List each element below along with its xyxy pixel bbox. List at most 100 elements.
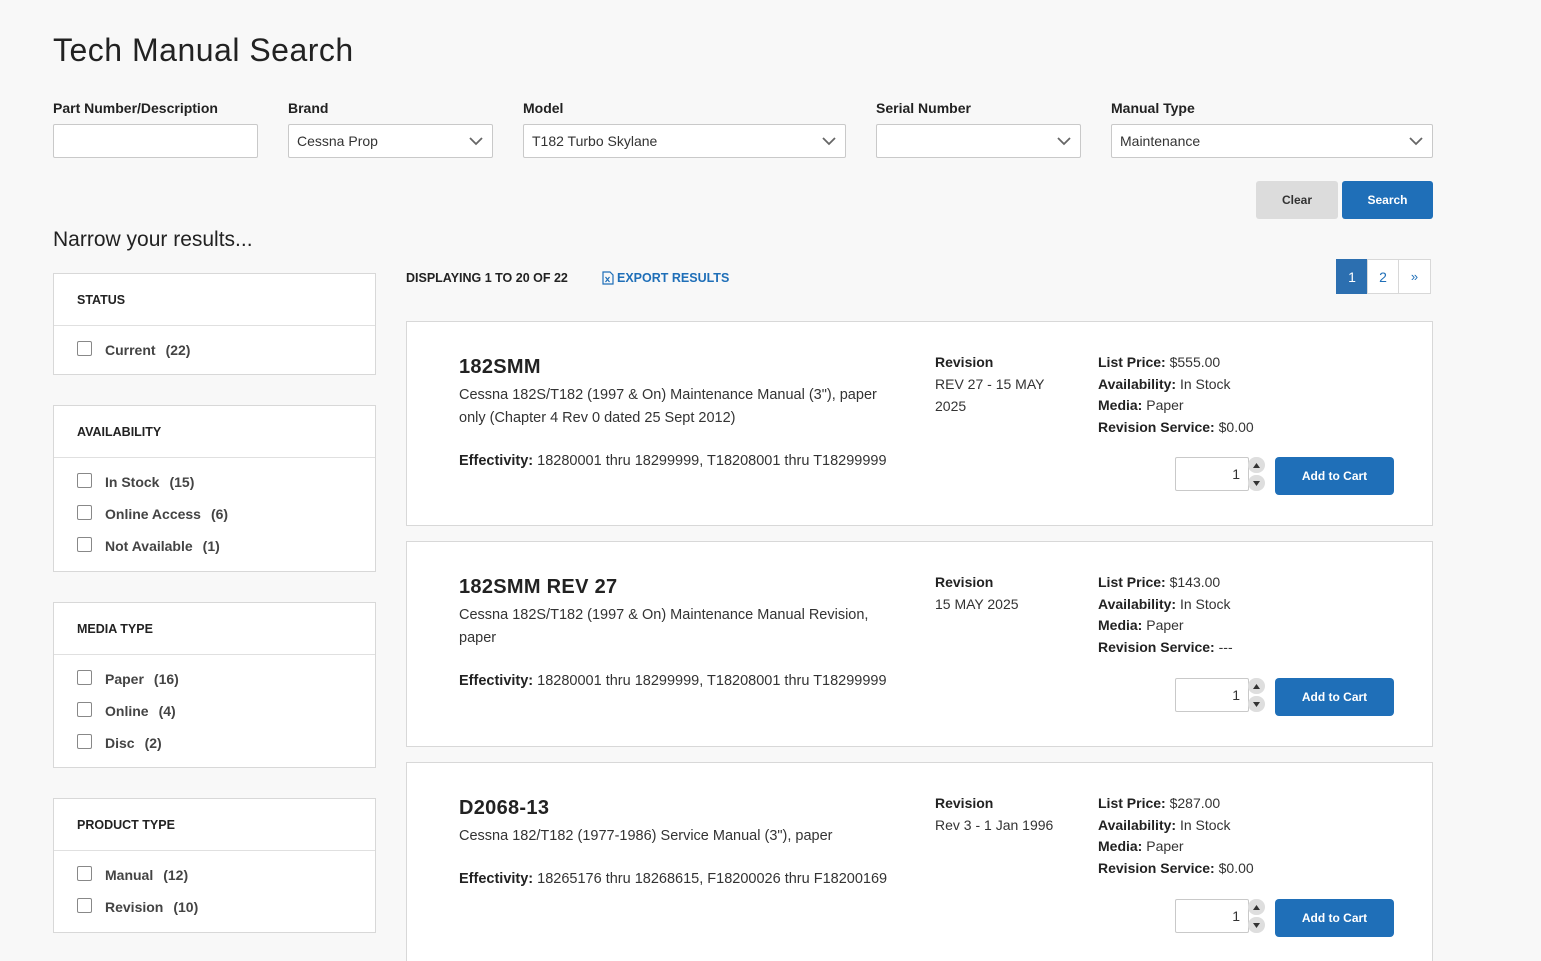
decrement-button[interactable] — [1248, 475, 1265, 491]
quantity-input[interactable]: 1 — [1175, 899, 1249, 933]
availability-value: In Stock — [1179, 375, 1231, 392]
quantity-stepper — [1248, 457, 1265, 491]
quantity-value: 1 — [1232, 687, 1240, 703]
increment-button[interactable] — [1248, 678, 1265, 694]
filter-option-count: (6) — [210, 506, 229, 522]
price-details: List Price: $287.00 Availability: In Sto… — [1098, 793, 1254, 879]
revision-value: REV 27 - 15 MAY 2025 — [935, 376, 1045, 414]
filter-option-label: Paper — [105, 671, 144, 687]
filter-option-not-available[interactable]: Not Available (1) — [77, 530, 375, 562]
page-title: Tech Manual Search — [53, 32, 354, 68]
next-page-button[interactable]: » — [1398, 259, 1431, 294]
page-1-button[interactable]: 1 — [1336, 259, 1368, 294]
filter-option-disc[interactable]: Disc (2) — [77, 727, 375, 759]
part-number-input[interactable] — [53, 124, 258, 158]
increment-button[interactable] — [1248, 899, 1265, 915]
list-price-label: List Price: — [1098, 354, 1166, 370]
filter-option-count: (4) — [158, 703, 176, 719]
manual-type-field-group: Manual Type Maintenance — [1111, 100, 1433, 158]
checkbox[interactable] — [77, 504, 92, 520]
facet-status: STATUS Current (22) — [53, 273, 376, 375]
caret-up-icon — [1253, 462, 1260, 468]
filter-option-label: Manual — [105, 867, 154, 883]
revision-service-value: $0.00 — [1218, 418, 1254, 435]
facet-title: PRODUCT TYPE — [54, 799, 375, 851]
filter-option-online-access[interactable]: Online Access (6) — [77, 498, 375, 530]
manual-type-select[interactable]: Maintenance — [1111, 124, 1433, 158]
media-label: Media: — [1098, 617, 1143, 633]
filter-option-label: Not Available — [105, 538, 193, 554]
increment-button[interactable] — [1248, 457, 1265, 473]
search-button[interactable]: Search — [1342, 181, 1433, 219]
media-value: Paper — [1146, 617, 1184, 633]
result-part-number: 182SMM REV 27 — [459, 576, 618, 598]
list-price-value: $143.00 — [1169, 574, 1221, 590]
revision-label: Revision — [935, 574, 994, 590]
checkbox[interactable] — [77, 897, 92, 913]
filter-option-label: Online Access — [105, 506, 201, 522]
brand-label: Brand — [288, 100, 329, 116]
brand-select[interactable]: Cessna Prop — [288, 124, 493, 158]
caret-down-icon — [1253, 922, 1260, 928]
list-price-value: $287.00 — [1169, 795, 1221, 811]
facet-title: AVAILABILITY — [54, 406, 375, 458]
revision-service-value: --- — [1218, 638, 1233, 655]
add-to-cart-button[interactable]: Add to Cart — [1275, 678, 1394, 716]
serial-number-select[interactable] — [876, 124, 1081, 158]
caret-up-icon — [1253, 683, 1260, 689]
facet-availability: AVAILABILITY In Stock (15) Online Access… — [53, 405, 376, 572]
filter-option-current[interactable]: Current (22) — [77, 334, 375, 366]
decrement-button[interactable] — [1248, 917, 1265, 933]
filter-option-in-stock[interactable]: In Stock (15) — [77, 466, 375, 498]
add-to-cart-button[interactable]: Add to Cart — [1275, 457, 1394, 495]
quantity-input[interactable]: 1 — [1175, 457, 1249, 491]
filter-option-count: (16) — [153, 671, 179, 687]
chevron-down-icon — [822, 137, 836, 146]
availability-label: Availability: — [1098, 595, 1177, 612]
pagination: 1 2 » — [1336, 259, 1431, 294]
checkbox[interactable] — [77, 669, 92, 685]
checkbox[interactable] — [77, 472, 92, 488]
result-part-number: D2068-13 — [459, 797, 550, 819]
filter-option-label: Online — [105, 703, 149, 719]
model-label: Model — [523, 100, 564, 116]
manual-type-label: Manual Type — [1111, 100, 1195, 116]
filter-option-count: (1) — [202, 538, 220, 554]
quantity-stepper — [1248, 899, 1265, 933]
effectivity-value: 18280001 thru 18299999, T18208001 thru T… — [537, 453, 887, 469]
quantity-value: 1 — [1232, 466, 1240, 482]
quantity-input[interactable]: 1 — [1175, 678, 1249, 712]
facet-title: STATUS — [54, 274, 375, 326]
facet-product-type: PRODUCT TYPE Manual (12) Revision (10) — [53, 798, 376, 933]
export-results-link[interactable]: EXPORT RESULTS — [602, 271, 729, 285]
page-2-button[interactable]: 2 — [1367, 259, 1399, 294]
result-part-number: 182SMM — [459, 356, 541, 378]
facet-media-type: MEDIA TYPE Paper (16) Online (4) Disc (2… — [53, 602, 376, 768]
add-to-cart-button[interactable]: Add to Cart — [1275, 899, 1394, 937]
revision-service-value: $0.00 — [1218, 859, 1254, 876]
filter-option-revision[interactable]: Revision (10) — [77, 891, 375, 923]
checkbox[interactable] — [77, 340, 92, 356]
brand-select-value: Cessna Prop — [297, 133, 378, 149]
media-label: Media: — [1098, 397, 1143, 413]
result-effectivity: Effectivity: 18280001 thru 18299999, T18… — [459, 453, 887, 469]
revision-value: 15 MAY 2025 — [935, 596, 1019, 612]
decrement-button[interactable] — [1248, 696, 1265, 712]
model-field-group: Model T182 Turbo Skylane — [523, 100, 846, 158]
result-effectivity: Effectivity: 18265176 thru 18268615, F18… — [459, 871, 887, 887]
media-label: Media: — [1098, 838, 1143, 854]
filter-option-paper[interactable]: Paper (16) — [77, 663, 375, 695]
model-select[interactable]: T182 Turbo Skylane — [523, 124, 846, 158]
availability-value: In Stock — [1179, 595, 1231, 612]
filter-option-count: (15) — [169, 474, 195, 490]
checkbox[interactable] — [77, 701, 92, 717]
checkbox[interactable] — [77, 865, 92, 881]
availability-label: Availability: — [1098, 816, 1177, 833]
filter-option-count: (2) — [144, 735, 162, 751]
checkbox[interactable] — [77, 733, 92, 749]
checkbox[interactable] — [77, 536, 92, 552]
filter-option-manual[interactable]: Manual (12) — [77, 859, 375, 891]
clear-button[interactable]: Clear — [1256, 181, 1338, 219]
filter-option-online[interactable]: Online (4) — [77, 695, 375, 727]
narrow-results-heading: Narrow your results... — [53, 228, 253, 251]
